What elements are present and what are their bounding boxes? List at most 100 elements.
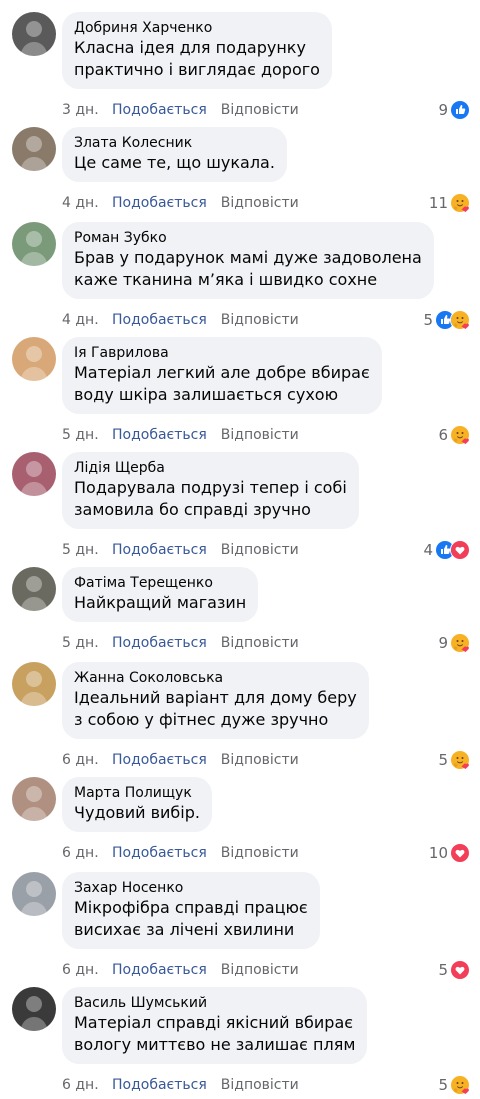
- comment-timestamp[interactable]: 3 дн.: [62, 100, 112, 120]
- comment-timestamp[interactable]: 6 дн.: [62, 1075, 112, 1095]
- avatar[interactable]: [12, 452, 56, 496]
- comment-bubble: Роман Зубко Брав у подарунок мамі дуже за…: [62, 222, 434, 299]
- comment-actions: 3 дн. Подобається Відповісти: [62, 100, 299, 120]
- comment-actions: 4 дн. Подобається Відповісти: [62, 193, 299, 213]
- comment-text: замовила бо справді зручно: [74, 500, 311, 519]
- comment-actions: 4 дн. Подобається Відповісти: [62, 310, 299, 330]
- reply-button[interactable]: Відповісти: [221, 633, 299, 653]
- avatar[interactable]: [12, 777, 56, 821]
- comment-text: Ідеальний варіант для дому беру: [74, 688, 357, 707]
- comment-timestamp[interactable]: 5 дн.: [62, 540, 112, 560]
- reply-button[interactable]: Відповісти: [221, 425, 299, 445]
- avatar[interactable]: [12, 337, 56, 381]
- comment-actions: 5 дн. Подобається Відповісти: [62, 425, 299, 445]
- love-reaction-icon: [450, 960, 470, 980]
- reaction-summary[interactable]: 9: [438, 633, 470, 653]
- comment-timestamp[interactable]: 6 дн.: [62, 843, 112, 863]
- like-reaction-icon: [450, 100, 470, 120]
- like-button[interactable]: Подобається: [112, 960, 207, 980]
- like-button[interactable]: Подобається: [112, 750, 207, 770]
- comment-author[interactable]: Добриня Харченко: [74, 19, 320, 37]
- like-button[interactable]: Подобається: [112, 100, 207, 120]
- comment-bubble: Василь Шумський Матеріал справді якісний …: [62, 987, 368, 1064]
- reaction-summary[interactable]: 5: [438, 750, 470, 770]
- comment-bubble: Лідія Щерба Подарувала подрузі тепер і со…: [62, 452, 359, 529]
- comment-actions: 6 дн. Подобається Відповісти: [62, 750, 299, 770]
- reaction-summary[interactable]: 6: [438, 425, 470, 445]
- care-reaction-icon: [450, 633, 470, 653]
- comment-author[interactable]: Жанна Соколовська: [74, 669, 357, 687]
- comment-bubble: Захар Носенко Мікрофібра справді працює ви…: [62, 872, 320, 949]
- like-button[interactable]: Подобається: [112, 310, 207, 330]
- comment-bubble: Ія Гаврилова Матеріал легкий але добре вб…: [62, 337, 382, 414]
- avatar[interactable]: [12, 127, 56, 171]
- comment-actions: 6 дн. Подобається Відповісти: [62, 843, 299, 863]
- reply-button[interactable]: Відповісти: [221, 540, 299, 560]
- comment-text: висихає за лічені хвилини: [74, 920, 295, 939]
- avatar[interactable]: [12, 662, 56, 706]
- comment-author[interactable]: Злата Колесник: [74, 134, 275, 152]
- reply-button[interactable]: Відповісти: [221, 310, 299, 330]
- comment-actions: 6 дн. Подобається Відповісти: [62, 960, 299, 980]
- reply-button[interactable]: Відповісти: [221, 100, 299, 120]
- comment-author[interactable]: Захар Носенко: [74, 879, 308, 897]
- reaction-count: 10: [428, 844, 448, 862]
- reaction-summary[interactable]: 9: [438, 100, 470, 120]
- love-reaction-icon: [450, 540, 470, 560]
- comment-actions: 5 дн. Подобається Відповісти: [62, 540, 299, 560]
- reaction-summary[interactable]: 5: [423, 310, 470, 330]
- comment-text: Брав у подарунок мамі дуже задоволена: [74, 248, 422, 267]
- comment-actions: 6 дн. Подобається Відповісти: [62, 1075, 299, 1095]
- comment-author[interactable]: Лідія Щерба: [74, 459, 347, 477]
- comment-text: Подарувала подрузі тепер і собі: [74, 478, 347, 497]
- reaction-count: 6: [438, 426, 448, 444]
- comment-timestamp[interactable]: 5 дн.: [62, 425, 112, 445]
- reply-button[interactable]: Відповісти: [221, 1075, 299, 1095]
- comment-bubble: Добриня Харченко Класна ідея для подарунк…: [62, 12, 332, 89]
- comment-timestamp[interactable]: 4 дн.: [62, 310, 112, 330]
- reaction-summary[interactable]: 5: [438, 1075, 470, 1095]
- reply-button[interactable]: Відповісти: [221, 193, 299, 213]
- comment-bubble: Марта Полищук Чудовий вибір.: [62, 777, 212, 832]
- reaction-count: 4: [423, 541, 433, 559]
- care-reaction-icon: [450, 310, 470, 330]
- comment-author[interactable]: Марта Полищук: [74, 784, 200, 802]
- like-button[interactable]: Подобається: [112, 425, 207, 445]
- avatar[interactable]: [12, 567, 56, 611]
- comment-timestamp[interactable]: 6 дн.: [62, 960, 112, 980]
- avatar[interactable]: [12, 12, 56, 56]
- reaction-summary[interactable]: 5: [438, 960, 470, 980]
- love-reaction-icon: [450, 843, 470, 863]
- like-button[interactable]: Подобається: [112, 633, 207, 653]
- reaction-summary[interactable]: 10: [429, 843, 470, 863]
- like-button[interactable]: Подобається: [112, 1075, 207, 1095]
- comment-text: Це саме те, що шукала.: [74, 153, 275, 172]
- comment-text: Матеріал легкий але добре вбирає: [74, 363, 370, 382]
- comment-text: Матеріал справді якісний вбирає: [74, 1013, 354, 1032]
- avatar[interactable]: [12, 222, 56, 266]
- comment-text: вологу миттєво не залишає плям: [74, 1035, 356, 1054]
- reply-button[interactable]: Відповісти: [221, 843, 299, 863]
- like-button[interactable]: Подобається: [112, 193, 207, 213]
- like-button[interactable]: Подобається: [112, 540, 207, 560]
- avatar[interactable]: [12, 872, 56, 916]
- comment-text: практично і виглядає дорого: [74, 60, 320, 79]
- comment-author[interactable]: Василь Шумський: [74, 994, 355, 1012]
- comment-author[interactable]: Фатіма Терещенко: [74, 574, 246, 592]
- reaction-count: 9: [438, 101, 448, 119]
- reaction-summary[interactable]: 11: [429, 193, 470, 213]
- comment-timestamp[interactable]: 6 дн.: [62, 750, 112, 770]
- like-button[interactable]: Подобається: [112, 843, 207, 863]
- avatar[interactable]: [12, 987, 56, 1031]
- reply-button[interactable]: Відповісти: [221, 750, 299, 770]
- comment-bubble: Злата Колесник Це саме те, що шукала.: [62, 127, 287, 182]
- reaction-summary[interactable]: 4: [423, 540, 470, 560]
- reply-button[interactable]: Відповісти: [221, 960, 299, 980]
- comment-timestamp[interactable]: 4 дн.: [62, 193, 112, 213]
- comment-text: з собою у фітнес дуже зручно: [74, 710, 329, 729]
- comment-text: Чудовий вибір.: [74, 803, 200, 822]
- comment-author[interactable]: Роман Зубко: [74, 229, 422, 247]
- comment-author[interactable]: Ія Гаврилова: [74, 344, 370, 362]
- comment-text: Класна ідея для подарунку: [74, 38, 306, 57]
- comment-timestamp[interactable]: 5 дн.: [62, 633, 112, 653]
